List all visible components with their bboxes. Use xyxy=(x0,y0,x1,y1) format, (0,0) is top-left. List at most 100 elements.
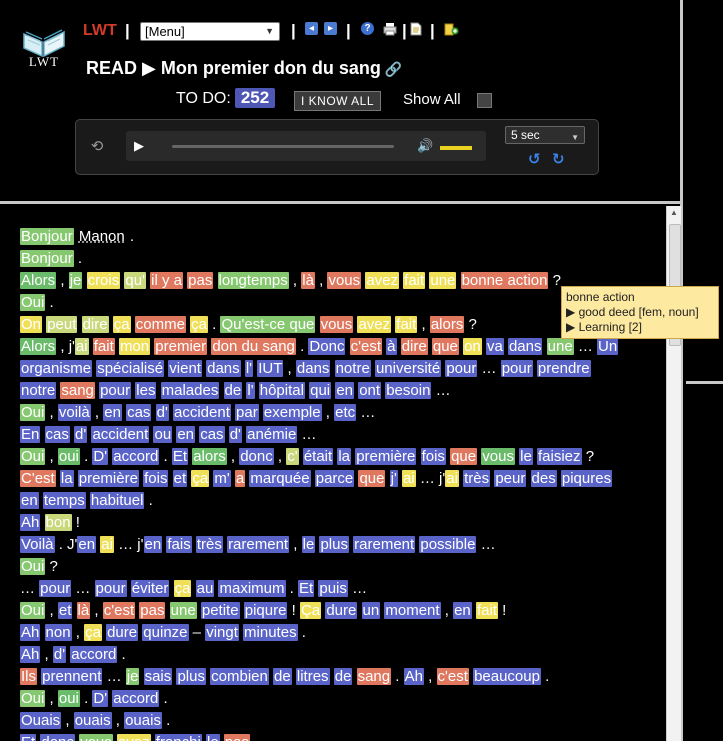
term-word[interactable]: avez xyxy=(116,734,151,741)
term-word[interactable]: là xyxy=(301,272,315,289)
term-word[interactable]: université xyxy=(374,360,442,377)
term-word[interactable]: On xyxy=(20,316,43,333)
term-word[interactable]: petite xyxy=(200,602,240,619)
term-word[interactable]: des xyxy=(530,470,557,487)
term-word[interactable]: et xyxy=(57,602,73,619)
right-frame-divider[interactable] xyxy=(686,381,723,384)
term-word[interactable]: longtemps xyxy=(217,272,289,289)
term-word[interactable]: Ça xyxy=(299,602,322,619)
term-word[interactable]: pour xyxy=(99,382,132,399)
term-word[interactable]: dire xyxy=(81,316,109,333)
scroll-up-arrow-icon[interactable]: ▲ xyxy=(669,208,679,218)
term-word[interactable]: pas xyxy=(223,734,251,741)
term-word[interactable]: hôpital xyxy=(258,382,305,399)
term-word[interactable]: ai xyxy=(445,470,459,487)
term-word[interactable]: en xyxy=(20,492,39,509)
term-word[interactable]: non xyxy=(44,624,72,641)
term-word[interactable]: cas xyxy=(126,404,152,421)
term-word[interactable]: oui xyxy=(57,690,80,707)
term-word[interactable]: ai xyxy=(100,536,114,553)
term-word[interactable]: parce xyxy=(314,470,355,487)
term-word[interactable]: vous xyxy=(481,448,515,465)
repeat-icon[interactable]: ⟲ xyxy=(86,137,108,157)
term-word[interactable]: anémie xyxy=(246,426,298,443)
term-word[interactable]: Bonjour xyxy=(20,250,74,267)
term-word[interactable]: avez xyxy=(365,272,399,289)
volume-icon[interactable]: 🔊 xyxy=(417,138,433,154)
term-word[interactable]: fois xyxy=(420,448,446,465)
term-word[interactable]: C'est xyxy=(20,470,56,487)
term-word[interactable]: j' xyxy=(389,470,398,487)
term-word[interactable]: ou xyxy=(153,426,173,443)
term-word[interactable]: combien xyxy=(210,668,269,685)
term-word[interactable]: était xyxy=(302,448,334,465)
chain-link-icon[interactable]: 🔗 xyxy=(385,61,402,77)
term-word[interactable]: et xyxy=(172,470,188,487)
term-word[interactable]: vous xyxy=(319,316,354,333)
term-word[interactable]: accord xyxy=(112,448,160,465)
term-word[interactable]: puis xyxy=(318,580,348,597)
term-word[interactable]: Oui xyxy=(20,294,46,311)
printer-icon[interactable] xyxy=(383,22,397,36)
term-word[interactable]: en xyxy=(77,536,97,553)
term-word[interactable]: là xyxy=(76,602,91,619)
term-word[interactable]: marquée xyxy=(249,470,311,487)
term-word[interactable]: m' xyxy=(213,470,231,487)
term-word[interactable]: voilà xyxy=(57,404,91,421)
term-word[interactable]: en xyxy=(103,404,122,421)
term-word[interactable]: qu' xyxy=(124,272,146,289)
term-word[interactable]: accord xyxy=(112,690,160,707)
term-word[interactable]: d' xyxy=(228,426,242,443)
term-word[interactable]: ont xyxy=(358,382,382,399)
term-word[interactable]: éviter xyxy=(130,580,170,597)
term-word[interactable]: alors xyxy=(429,316,465,333)
term-word[interactable]: D' xyxy=(92,690,109,707)
term-word[interactable]: Et xyxy=(171,448,189,465)
term-word[interactable]: dure xyxy=(106,624,139,641)
term-word[interactable]: une xyxy=(169,602,197,619)
term-word[interactable]: ça xyxy=(191,470,210,487)
term-word[interactable]: très xyxy=(195,536,223,553)
term-word[interactable]: Oui xyxy=(20,558,46,575)
play-icon[interactable]: ▶ xyxy=(134,138,144,154)
term-word[interactable]: Bonjour xyxy=(20,228,74,245)
term-word[interactable]: litres xyxy=(295,668,330,685)
term-word[interactable]: Donc xyxy=(308,338,346,355)
term-word[interactable]: prennent xyxy=(41,668,103,685)
i-know-all-button[interactable]: I KNOW ALL xyxy=(294,91,382,111)
volume-slider[interactable] xyxy=(440,146,472,150)
term-word[interactable]: prendre xyxy=(536,360,591,377)
menu-select[interactable]: [Menu] ▼ xyxy=(140,22,280,41)
term-word[interactable]: vingt xyxy=(205,624,239,641)
term-word[interactable]: l' xyxy=(244,360,254,377)
term-word[interactable]: cas xyxy=(199,426,225,443)
term-word[interactable]: notre xyxy=(334,360,371,377)
term-word[interactable]: habituel xyxy=(89,492,145,509)
term-word[interactable]: c'est xyxy=(349,338,382,355)
term-word[interactable]: Alors xyxy=(20,272,57,289)
term-word[interactable]: fait xyxy=(475,602,498,619)
term-word[interactable]: Oui xyxy=(20,602,46,619)
term-word[interactable]: pas xyxy=(187,272,214,289)
term-word[interactable]: peur xyxy=(494,470,527,487)
term-word[interactable]: ça xyxy=(112,316,131,333)
term-word[interactable]: dans xyxy=(507,338,543,355)
term-word[interactable]: possible xyxy=(419,536,477,553)
term-word[interactable]: Ouais xyxy=(20,712,62,729)
term-word[interactable]: un xyxy=(361,602,381,619)
term-word[interactable]: fois xyxy=(143,470,169,487)
term-word[interactable]: le xyxy=(519,448,533,465)
term-word[interactable]: etc xyxy=(334,404,357,421)
term-word[interactable]: que xyxy=(431,338,459,355)
term-word[interactable]: pour xyxy=(445,360,478,377)
term-word[interactable]: ouais xyxy=(124,712,162,729)
term-word[interactable]: au xyxy=(195,580,215,597)
term-word[interactable]: plus xyxy=(319,536,349,553)
term-word[interactable]: que xyxy=(358,470,386,487)
term-word[interactable]: c' xyxy=(286,448,299,465)
term-word[interactable]: plus xyxy=(176,668,206,685)
frame-divider-horizontal[interactable] xyxy=(0,201,680,204)
term-word[interactable]: ça xyxy=(190,316,208,333)
term-word[interactable]: temps xyxy=(42,492,86,509)
term-word[interactable]: cas xyxy=(44,426,70,443)
